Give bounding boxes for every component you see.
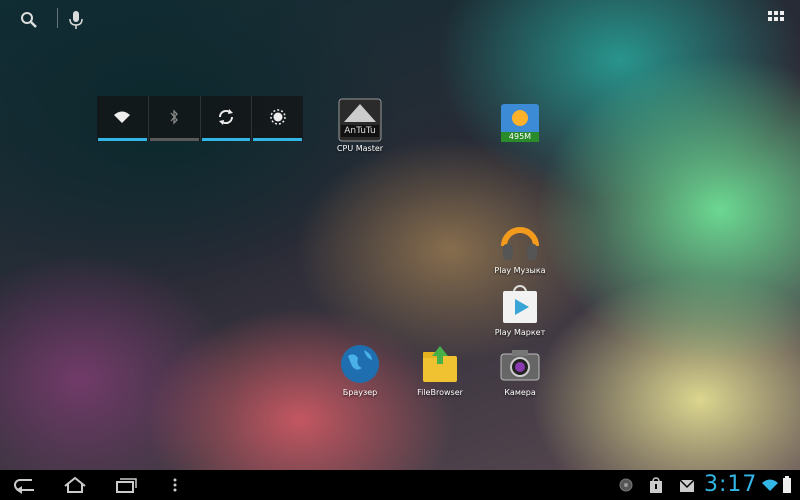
shopping-bag-icon	[498, 282, 542, 326]
shopping-bag-notification-icon[interactable]	[648, 476, 664, 496]
bluetooth-toggle[interactable]	[149, 96, 201, 141]
bluetooth-icon	[169, 108, 179, 129]
microphone-icon[interactable]	[66, 8, 90, 32]
battery-icon[interactable]	[782, 476, 792, 496]
camera-icon	[498, 342, 542, 386]
brightness-toggle[interactable]	[252, 96, 303, 141]
bluetooth-state-bar	[149, 138, 199, 141]
wifi-toggle[interactable]	[97, 96, 149, 141]
sync-toggle[interactable]	[201, 96, 253, 141]
system-navigation-bar: 3:17	[0, 470, 800, 500]
play-market-label: Play Маркет	[494, 328, 546, 337]
camera-label: Камера	[504, 388, 536, 397]
cpu-master-shortcut[interactable]: AnTuTu CPU Master	[317, 98, 403, 153]
filebrowser-label: FileBrowser	[417, 388, 463, 397]
wifi-state-bar	[98, 138, 147, 141]
weather-shortcut[interactable]: 495M	[477, 104, 563, 142]
play-music-label: Play Музыка	[494, 266, 546, 275]
gmail-notification-icon[interactable]	[679, 478, 695, 498]
cpu-master-label: CPU Master	[336, 144, 384, 153]
menu-overflow-icon[interactable]	[170, 475, 180, 495]
globe-icon	[338, 342, 382, 386]
camera-shortcut[interactable]: Камера	[477, 342, 563, 397]
filebrowser-shortcut[interactable]: FileBrowser	[397, 342, 483, 397]
wallpaper	[0, 0, 800, 470]
top-bar-divider	[57, 8, 58, 28]
notification-dot-icon[interactable]	[618, 477, 634, 497]
sun-icon: 495M	[501, 104, 539, 142]
wifi-signal-icon[interactable]	[761, 477, 779, 497]
status-clock[interactable]: 3:17	[704, 471, 757, 499]
folder-icon	[418, 342, 462, 386]
search-icon[interactable]	[18, 9, 42, 33]
weather-badge: 495M	[508, 132, 532, 141]
play-market-shortcut[interactable]: Play Маркет	[477, 282, 563, 337]
browser-shortcut[interactable]: Браузер	[317, 342, 403, 397]
browser-label: Браузер	[342, 388, 378, 397]
antutu-icon: AnTuTu	[338, 98, 382, 142]
all-apps-grid-icon[interactable]	[766, 9, 790, 33]
play-music-shortcut[interactable]: Play Музыка	[477, 220, 563, 275]
brightness-icon	[269, 108, 287, 130]
sync-icon	[217, 108, 235, 130]
recent-apps-icon[interactable]	[112, 475, 138, 495]
sync-state-bar	[201, 138, 251, 141]
brightness-state-bar	[253, 138, 302, 141]
antutu-badge: AnTuTu	[344, 126, 376, 136]
back-icon[interactable]	[12, 475, 38, 495]
headphones-icon	[498, 220, 542, 264]
wifi-icon	[113, 109, 131, 128]
home-icon[interactable]	[62, 475, 88, 495]
power-control-widget	[97, 96, 303, 141]
